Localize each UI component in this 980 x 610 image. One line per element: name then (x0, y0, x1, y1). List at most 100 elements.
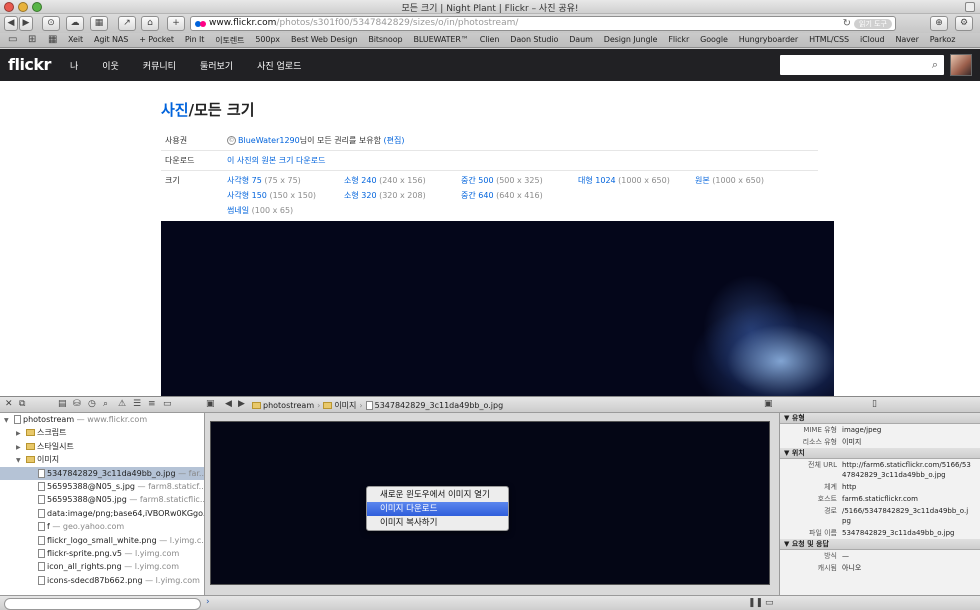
bookmark-item[interactable]: Naver (895, 35, 918, 46)
dock-icon[interactable]: ⧉ (19, 399, 25, 409)
tree-item[interactable]: icons-sdecd87b662.png — l.yimg.com (0, 574, 204, 587)
bookmark-item[interactable]: Design Jungle (604, 35, 658, 46)
context-menu-item[interactable]: 이미지 다운로드 (367, 502, 508, 516)
size-link[interactable]: 사각형 75 (227, 176, 262, 185)
home-button[interactable]: ⌂ (141, 16, 159, 31)
breadcrumb-item[interactable]: 이미지 (323, 400, 356, 411)
bookmark-item[interactable]: Flickr (668, 35, 689, 46)
tree-item[interactable]: flickr-sprite.png.v5 — l.yimg.com (0, 547, 204, 560)
forward-button[interactable]: ▶ (19, 16, 33, 31)
grid-icon[interactable]: ▦ (48, 34, 57, 45)
bookmark-item[interactable]: Daum (569, 35, 593, 46)
breadcrumb-item[interactable]: 5347842829_3c11da49bb_o.jpg (365, 400, 503, 410)
nav-item[interactable]: 사진 업로드 (257, 59, 301, 72)
close-inspector-icon[interactable]: ✕ (5, 399, 13, 409)
back-arrow-icon[interactable]: ◀ (225, 399, 232, 409)
fullscreen-button[interactable] (965, 2, 975, 12)
storage-icon[interactable]: ⛁ (73, 399, 81, 409)
details-section-header[interactable]: ▼ 위치 (780, 448, 980, 459)
disclosure-open-icon[interactable]: ▼ (4, 414, 14, 426)
pause-icon[interactable]: ❚❚ (748, 598, 763, 608)
reader-button[interactable]: 읽기 도구 (854, 19, 892, 29)
bookmark-item[interactable]: iCloud (860, 35, 885, 46)
sidebar-icon[interactable]: ▭ (8, 34, 17, 45)
bookmark-item[interactable]: Agit NAS (94, 35, 128, 46)
bookmark-item[interactable]: 이토렌트 (215, 35, 244, 46)
tree-item[interactable]: flickr_logo_small_white.png — l.yimg.c..… (0, 534, 204, 547)
bookmark-item[interactable]: BLUEWATER™ (413, 35, 468, 46)
forward-arrow-icon[interactable]: ▶ (238, 399, 245, 409)
avatar[interactable] (950, 54, 972, 76)
tree-item[interactable]: data:image/png;base64,iVBORw0KGgo... (0, 507, 204, 520)
owner-link[interactable]: BlueWater1290 (238, 136, 300, 145)
details-section-header[interactable]: ▼ 유형 (780, 413, 980, 424)
disclosure-open-icon[interactable]: ▼ (16, 454, 26, 466)
tree-item[interactable]: ▶ 스크립트 (0, 426, 204, 439)
tree-item[interactable]: ▼ photostream — www.flickr.com (0, 413, 204, 426)
warning-icon[interactable]: ⚠ (118, 399, 126, 409)
back-button[interactable]: ◀ (4, 16, 18, 31)
icloud-tabs-button[interactable]: ☁ (66, 16, 84, 31)
license-edit-link[interactable]: (편집) (384, 136, 405, 145)
bookmark-item[interactable]: Parkoz (930, 35, 956, 46)
nav-item[interactable]: 이웃 (102, 59, 119, 72)
bookmark-item[interactable]: Clien (480, 35, 500, 46)
timeline-icon[interactable]: ◷ (88, 399, 96, 409)
search-input[interactable]: ⌕ (780, 55, 944, 75)
nav-item[interactable]: 둘러보기 (200, 59, 233, 72)
context-menu-item[interactable]: 이미지 복사하기 (367, 516, 508, 530)
breadcrumb-item[interactable]: photostream (252, 401, 314, 410)
tree-item[interactable]: f — geo.yahoo.com (0, 520, 204, 533)
bookmark-item[interactable]: Pin It (185, 35, 204, 46)
bookmark-item[interactable]: Bitsnoop (368, 35, 402, 46)
bookmark-item[interactable]: + Pocket (139, 35, 174, 46)
tree-item[interactable]: 56595388@N05.jpg — farm8.staticflic... (0, 493, 204, 506)
bookmark-item[interactable]: Xeit (68, 35, 83, 46)
size-link[interactable]: 원본 (695, 176, 710, 185)
bookmark-item[interactable]: Hungryboarder (739, 35, 798, 46)
reader-list-button[interactable]: ⊙ (42, 16, 60, 31)
search-icon[interactable]: ⌕ (103, 399, 108, 409)
reload-icon[interactable]: ↻ (843, 18, 851, 29)
download-original-link[interactable]: 이 사진의 원본 크기 다운로드 (227, 156, 326, 165)
tree-item[interactable]: 5347842829_3c11da49bb_o.jpg — far... (0, 466, 204, 480)
disclosure-closed-icon[interactable]: ▶ (16, 441, 26, 453)
bookmark-item[interactable]: Best Web Design (291, 35, 357, 46)
console-icon[interactable]: ▭ (163, 399, 172, 409)
nav-item[interactable]: 나 (70, 59, 78, 72)
size-link[interactable]: 소형 240 (344, 176, 377, 185)
search-icon[interactable]: ⌕ (932, 58, 938, 72)
size-link[interactable]: 중간 640 (461, 191, 494, 200)
photo-link[interactable]: 사진 (161, 101, 189, 119)
ruler-icon[interactable]: ▭ (765, 598, 774, 608)
nav-item[interactable]: 커뮤니티 (143, 59, 176, 72)
tree-item[interactable]: ▼ 이미지 (0, 453, 204, 466)
sidebar-toggle-icon[interactable]: ▣ (206, 399, 215, 409)
details-section-header[interactable]: ▼ 요청 및 응답 (780, 539, 980, 550)
debug-icon[interactable]: ≡ (148, 399, 156, 409)
book-icon[interactable]: ⊞ (28, 34, 36, 45)
tree-item[interactable]: 56595388@N05_s.jpg — farm8.staticf... (0, 480, 204, 493)
details-toggle-icon[interactable]: ▣ (764, 399, 773, 409)
bookmark-item[interactable]: Daon Studio (510, 35, 558, 46)
share-button[interactable]: ↗ (118, 16, 136, 31)
filter-input[interactable] (4, 598, 201, 610)
address-bar[interactable]: www.flickr.com/photos/s301f00/5347842829… (190, 16, 896, 31)
size-link[interactable]: 중간 500 (461, 176, 494, 185)
settings-button[interactable]: ⚙ (955, 16, 973, 31)
console-prompt-icon[interactable]: › (206, 597, 210, 607)
top-sites-button[interactable]: ▦ (90, 16, 108, 31)
size-link[interactable]: 썸네일 (227, 206, 249, 215)
bookmark-item[interactable]: HTML/CSS (809, 35, 849, 46)
resources-icon[interactable]: ▤ (58, 399, 67, 409)
bookmark-item[interactable]: 500px (255, 35, 280, 46)
tree-item[interactable]: ▶ 스타일시트 (0, 440, 204, 453)
size-link[interactable]: 사각형 150 (227, 191, 267, 200)
downloads-button[interactable]: ⊕ (930, 16, 948, 31)
bookmark-item[interactable]: Google (700, 35, 728, 46)
flickr-logo[interactable]: flickr (8, 55, 51, 74)
size-link[interactable]: 소형 320 (344, 191, 377, 200)
context-menu-item[interactable]: 새로운 윈도우에서 이미지 열기 (367, 488, 508, 502)
disclosure-closed-icon[interactable]: ▶ (16, 427, 26, 439)
new-tab-button[interactable]: + (167, 16, 185, 31)
